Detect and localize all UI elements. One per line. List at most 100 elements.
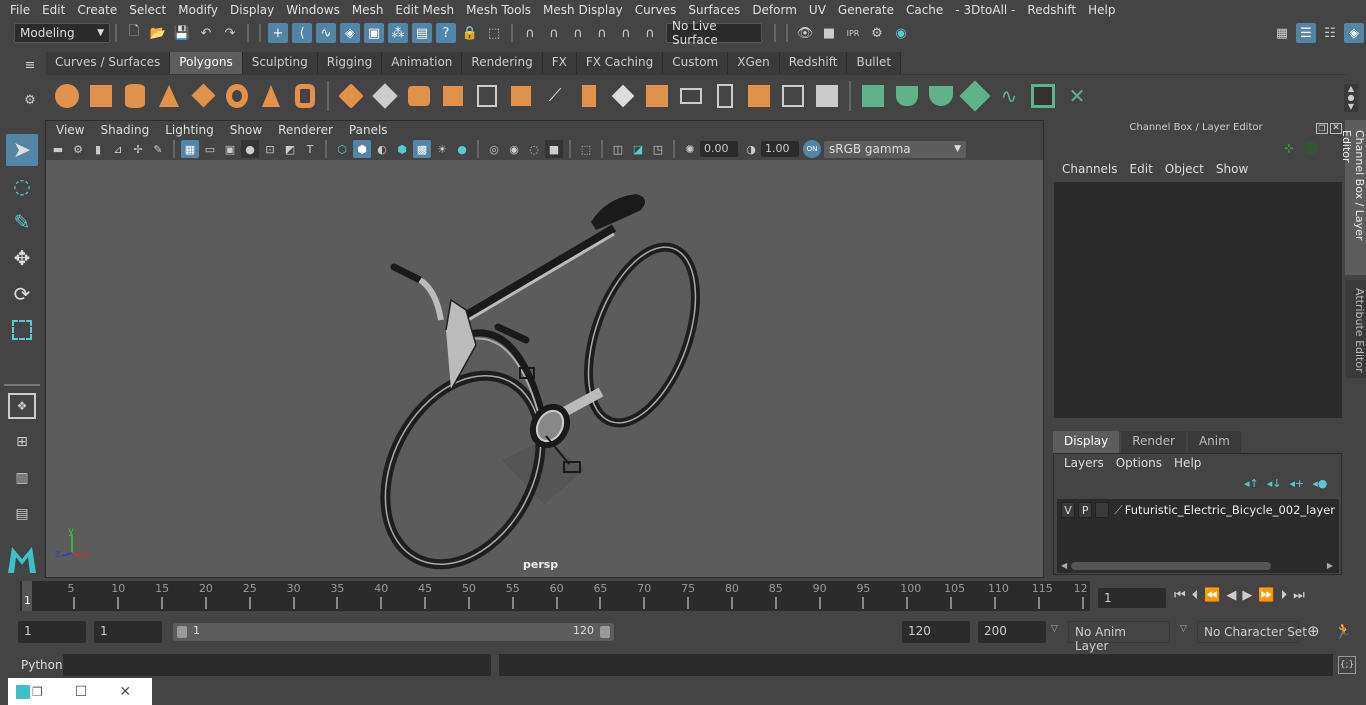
channel-link-icon[interactable]: ⟋ [1326,140,1334,155]
attribute-editor-toggle-icon[interactable]: ☰ [1296,23,1316,43]
live-surface-field[interactable]: No Live Surface [666,19,762,47]
mirror-icon[interactable] [404,81,434,111]
step-back-key-icon[interactable]: ⏪ [1204,588,1220,603]
select-multi-icon[interactable]: ⁂ [388,23,408,43]
separate-icon[interactable] [370,81,400,111]
menu-edit-mesh[interactable]: Edit Mesh [389,3,460,17]
play-backwards-icon[interactable]: ◀ [1226,588,1236,603]
animation-prefs-icon[interactable]: 🏃 [1334,622,1353,640]
character-set-chevron-icon[interactable]: ▽ [1180,624,1187,634]
playback-start-field[interactable]: 1 [94,621,162,643]
snap-grid-icon[interactable]: ∩ [520,23,540,43]
snap-live-icon[interactable]: ∩ [640,23,660,43]
command-language-label[interactable]: Python [21,658,63,672]
channel-menu-object[interactable]: Object [1159,162,1210,176]
layer-color-swatch[interactable]: ⟋ [1114,503,1122,518]
motion-blur-icon[interactable]: ◉ [505,140,523,158]
layer-tab-display[interactable]: Display [1053,431,1120,453]
select-highlight-icon[interactable]: ⬚ [484,23,504,43]
playback-end-field[interactable]: 120 [902,621,970,643]
uv-unfold-icon[interactable]: ∿ [994,81,1024,111]
save-scene-icon[interactable]: 💾 [172,23,192,43]
shelf-settings-icon[interactable]: ⚙ [20,90,40,110]
scroll-right-icon[interactable]: ▶ [1327,561,1333,570]
combine-icon[interactable] [336,81,366,111]
layer-row[interactable]: V P ⟋ Futuristic_Electric_Bicycle_002_la… [1057,499,1339,521]
layer-tab-anim[interactable]: Anim [1187,431,1241,453]
bridge-edge-icon[interactable] [676,81,706,111]
tool-settings-icon[interactable]: ☷ [1320,23,1340,43]
select-tool-icon[interactable]: ➤ [6,134,38,166]
grease-pencil-icon[interactable]: ✎ [149,140,167,158]
open-scene-icon[interactable]: 📂 [148,23,168,43]
render-settings-icon[interactable]: ⚙ [867,23,887,43]
range-end-handle[interactable] [600,626,610,638]
poly-torus-icon[interactable] [222,81,252,111]
screen-space-ao-icon[interactable]: ◎ [485,140,503,158]
menu-generate[interactable]: Generate [832,3,900,17]
grid-icon[interactable]: ▦ [181,140,199,158]
resolution-gate-icon[interactable]: ▣ [221,140,239,158]
bevel-icon[interactable] [642,81,672,111]
restore-icon[interactable]: ❐ [32,685,43,699]
image-plane-icon[interactable]: ⊿ [109,140,127,158]
camera-icon[interactable]: ▬ [49,140,67,158]
step-back-icon[interactable]: ⏴ [1192,588,1199,603]
shelf-tab-polygons[interactable]: Polygons [170,52,243,74]
shadows-icon[interactable]: ● [453,140,471,158]
textured-icon[interactable]: ▩ [413,140,431,158]
lasso-tool-icon[interactable]: ◌ [6,170,38,202]
menu-file[interactable]: File [4,3,36,17]
redo-icon[interactable]: ↷ [220,23,240,43]
animation-start-field[interactable]: 1 [18,621,86,643]
menu-3dtoall[interactable]: - 3DtoAll - [949,3,1021,17]
menu-deform[interactable]: Deform [746,3,803,17]
menu-display[interactable]: Display [224,3,280,17]
rotate-tool-icon[interactable]: ⟳ [6,278,38,310]
shelf-tab-bullet[interactable]: Bullet [847,52,902,74]
menu-windows[interactable]: Windows [280,3,346,17]
menu-mesh-tools[interactable]: Mesh Tools [460,3,537,17]
attribute-editor-side-tab[interactable]: Attribute Editor [1345,280,1366,378]
poly-sphere-icon[interactable] [52,81,82,111]
poly-pyramid-icon[interactable] [256,81,286,111]
default-material-icon[interactable]: ◐ [373,140,391,158]
menu-uv[interactable]: UV [803,3,832,17]
command-input[interactable] [63,654,491,676]
four-pane-layout-icon[interactable]: ⊞ [6,426,38,458]
new-scene-icon[interactable]: 🗋 [124,23,144,43]
menu-curves[interactable]: Curves [629,3,683,17]
viewport-menu-lighting[interactable]: Lighting [157,123,222,137]
xray-active-icon[interactable]: ◪ [629,140,647,158]
layer-menu-layers[interactable]: Layers [1058,456,1110,470]
outliner-layout-icon[interactable]: ▥ [6,462,38,494]
scroll-left-icon[interactable]: ◀ [1061,561,1067,570]
range-slider[interactable]: 1 120 [173,623,614,641]
new-layer-icon[interactable]: ◂+ [1290,477,1305,490]
layer-menu-options[interactable]: Options [1110,456,1168,470]
bridge-icon[interactable] [608,81,638,111]
character-set-dropdown[interactable]: No Character Set [1197,621,1307,643]
render-current-icon[interactable]: ■ [819,23,839,43]
keyframe-status-icon[interactable] [1304,141,1318,155]
shelf-tab-curves-surfaces[interactable]: Curves / Surfaces [46,52,171,74]
move-tool-icon[interactable]: ✥ [6,242,38,274]
go-to-start-icon[interactable]: ⏮ [1174,588,1186,603]
channel-menu-edit[interactable]: Edit [1124,162,1159,176]
color-space-dropdown[interactable]: sRGB gamma ▼ [824,140,966,158]
menu-mesh[interactable]: Mesh [346,3,390,17]
shelf-scroll[interactable]: ▲ ● ▼ [1344,84,1358,112]
isolate-select-icon[interactable]: ⬚ [577,140,595,158]
lock-icon[interactable]: 🔒 [460,23,480,43]
shelf-menu-icon[interactable]: ≡ [20,55,40,75]
new-layer-selected-icon[interactable]: ◂● [1312,477,1327,490]
camera-attributes-icon[interactable]: ⚙ [69,140,87,158]
undo-icon[interactable]: ↶ [196,23,216,43]
layer-playback-toggle[interactable]: P [1078,502,1093,518]
move-layer-down-icon[interactable]: ◂↓ [1267,477,1282,490]
menu-edit[interactable]: Edit [36,3,71,17]
go-to-end-icon[interactable]: ⏭ [1293,588,1305,603]
gate-mask-icon[interactable]: ● [241,140,259,158]
shelf-tab-animation[interactable]: Animation [382,52,463,74]
film-gate-icon[interactable]: ▭ [201,140,219,158]
